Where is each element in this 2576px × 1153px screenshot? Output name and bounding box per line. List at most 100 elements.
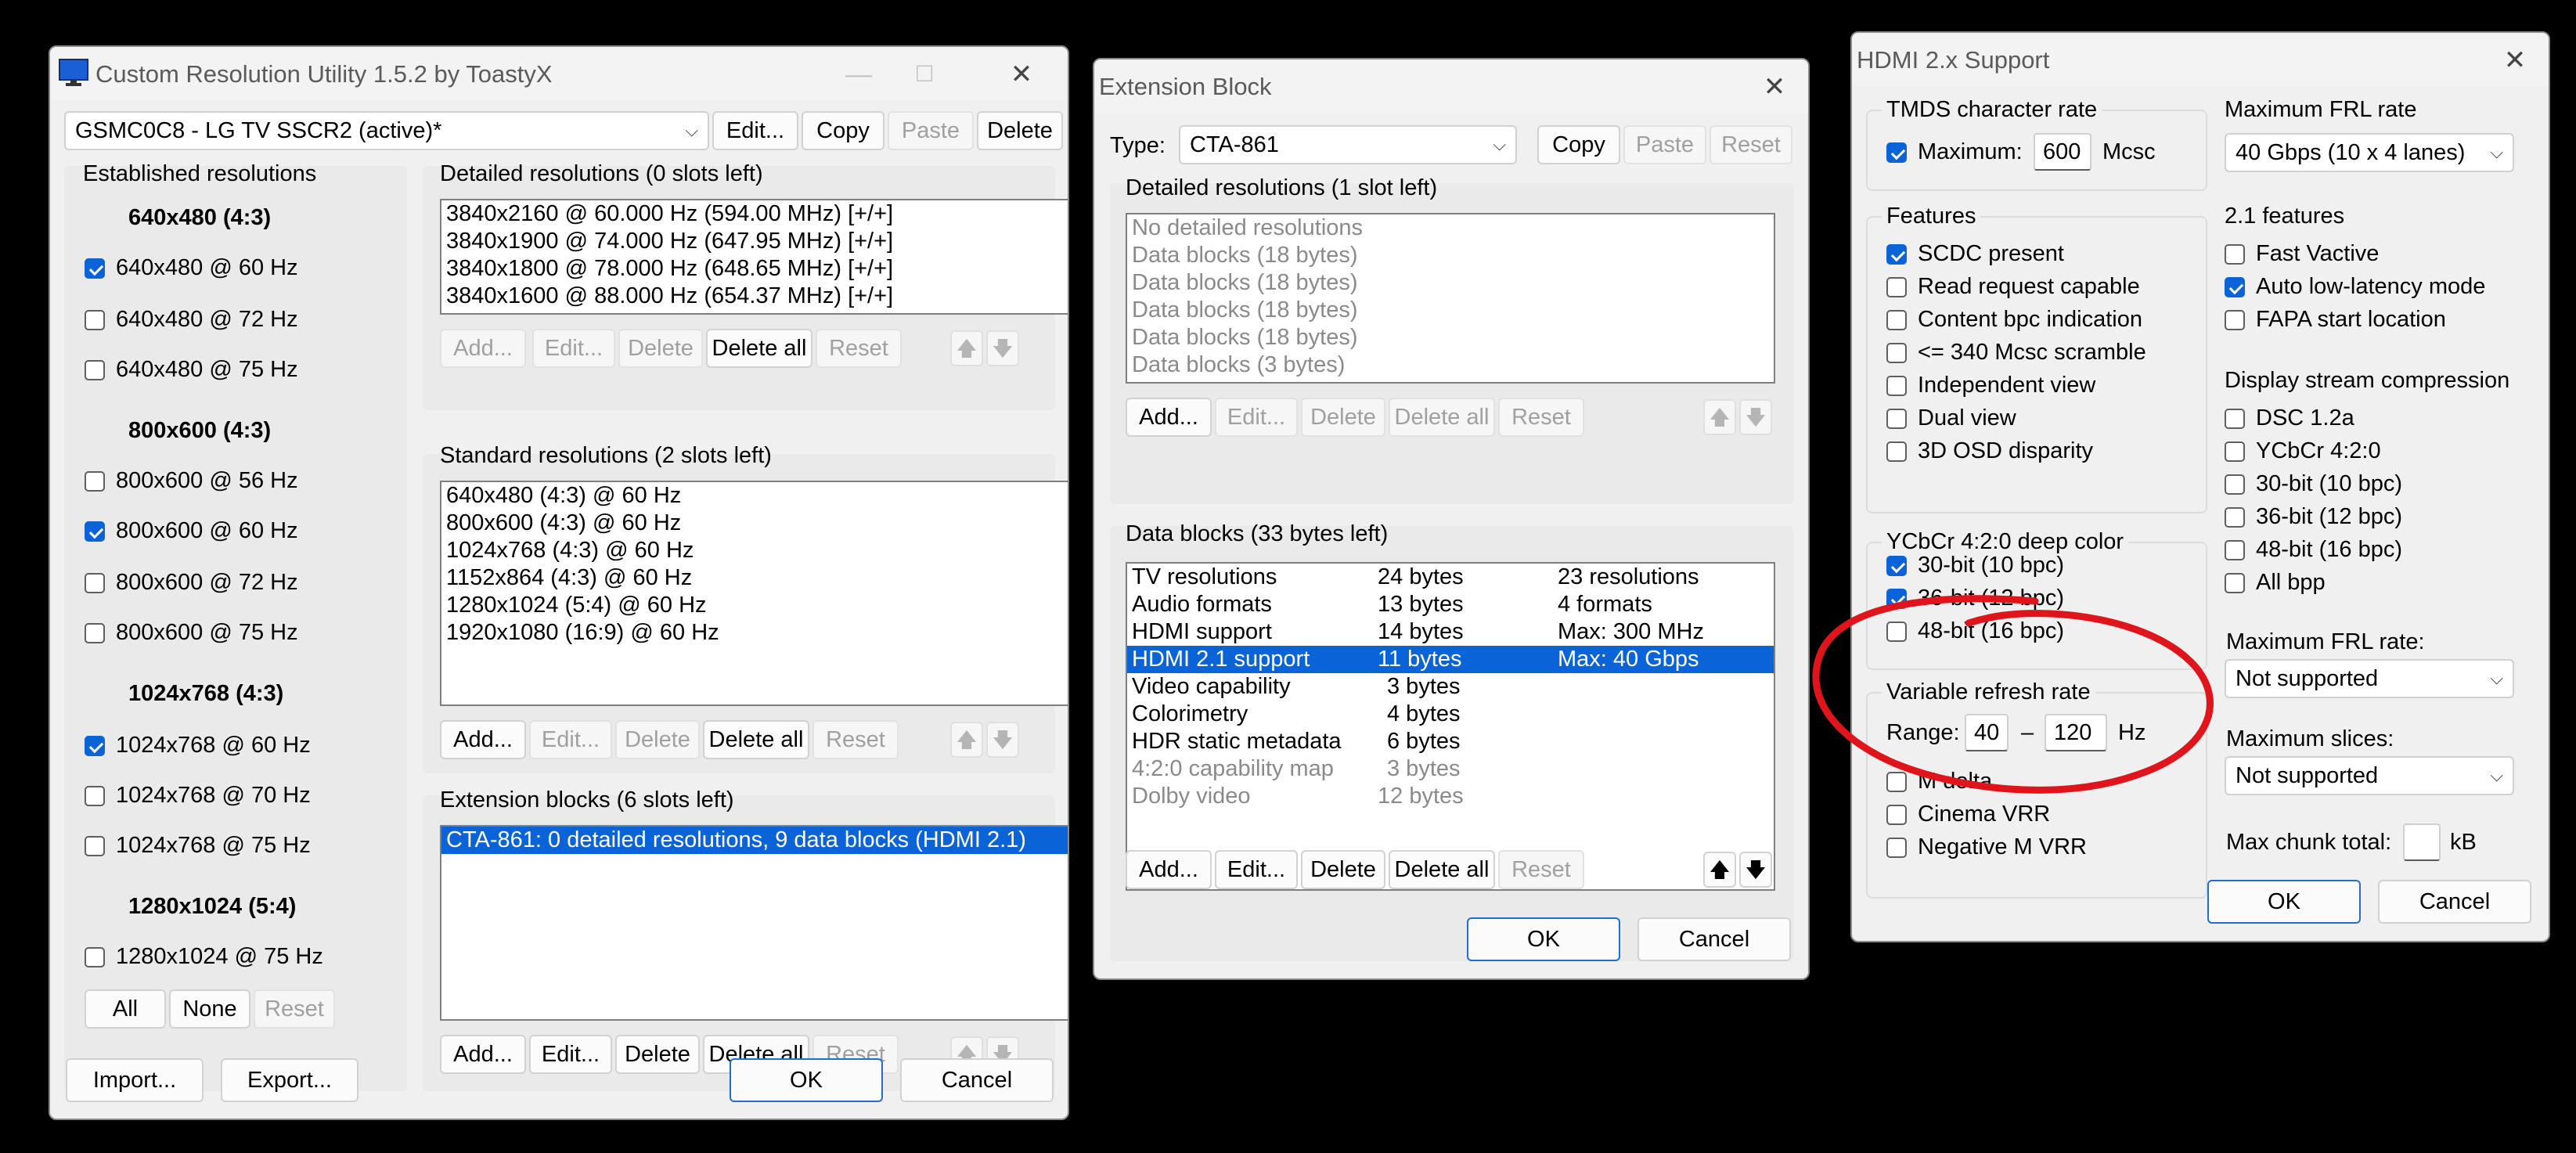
close-icon[interactable]: ✕ xyxy=(2499,44,2531,77)
delete-monitor-button[interactable]: Delete xyxy=(977,111,1063,150)
reset-established-button[interactable]: Reset xyxy=(254,989,335,1029)
table-row[interactable]: Video capability 3 bytes xyxy=(1127,673,1774,701)
list-item[interactable]: Data blocks (3 bytes) xyxy=(1127,351,1774,379)
reset-button[interactable]: Reset xyxy=(816,329,902,368)
content-bpc-checkbox[interactable]: Content bpc indication xyxy=(1886,305,2142,333)
reset-button[interactable]: Reset xyxy=(1710,125,1792,164)
dsc-48bit-checkbox[interactable]: 48-bit (16 bpc) xyxy=(2225,535,2402,564)
list-item[interactable]: 1024x768 (4:3) @ 60 Hz xyxy=(441,537,1068,564)
title-bar[interactable]: HDMI 2.x Support ✕ xyxy=(1852,33,2549,86)
type-select[interactable]: CTA-861 ⌵ xyxy=(1179,125,1517,164)
delete-button[interactable]: Delete xyxy=(618,329,703,368)
checkbox-1024x768-60[interactable]: 1024x768 @ 60 Hz xyxy=(85,731,311,759)
dual-view-checkbox[interactable]: Dual view xyxy=(1886,404,2016,432)
ok-button[interactable]: OK xyxy=(2207,880,2361,924)
fapa-checkbox[interactable]: FAPA start location xyxy=(2225,305,2446,333)
delete-button[interactable]: Delete xyxy=(1301,850,1385,889)
edit-monitor-button[interactable]: Edit... xyxy=(712,111,798,150)
checkbox-1280x1024-75[interactable]: 1280x1024 @ 75 Hz xyxy=(85,942,323,971)
checkbox-800x600-56[interactable]: 800x600 @ 56 Hz xyxy=(85,467,298,495)
dsc-slices-select[interactable]: Not supported ⌵ xyxy=(2225,756,2514,795)
ycbcr-30bit-checkbox[interactable]: 30-bit (10 bpc) xyxy=(1886,551,2064,579)
move-down-icon[interactable]: 🡇 xyxy=(1739,852,1772,888)
checkbox-640x480-60[interactable]: 640x480 @ 60 Hz xyxy=(85,254,298,282)
dsc-frl-select[interactable]: Not supported ⌵ xyxy=(2225,659,2514,698)
m-delta-checkbox[interactable]: M delta xyxy=(1886,767,1992,795)
list-item[interactable]: 3840x1800 @ 78.000 Hz (648.65 MHz) [+/+] xyxy=(441,255,1068,283)
list-item[interactable]: Data blocks (18 bytes) xyxy=(1127,324,1774,351)
detailed-list[interactable]: 3840x2160 @ 60.000 Hz (594.00 MHz) [+/+]… xyxy=(440,199,1068,315)
allm-checkbox[interactable]: Auto low-latency mode xyxy=(2225,272,2485,301)
checkbox-800x600-72[interactable]: 800x600 @ 72 Hz xyxy=(85,568,298,596)
edit-button[interactable]: Edit... xyxy=(529,720,612,759)
dsc-chunk-input[interactable] xyxy=(2403,823,2441,861)
move-up-icon[interactable]: 🡅 xyxy=(1703,852,1736,888)
delete-all-button[interactable]: Delete all xyxy=(1389,398,1495,437)
move-up-icon[interactable]: 🡅 xyxy=(950,722,983,758)
cancel-button[interactable]: Cancel xyxy=(1637,917,1791,961)
reset-button[interactable]: Reset xyxy=(1498,398,1584,437)
list-item[interactable]: Data blocks (18 bytes) xyxy=(1127,297,1774,324)
close-icon[interactable]: ✕ xyxy=(1758,70,1791,103)
all-button[interactable]: All xyxy=(85,989,166,1029)
list-item[interactable]: 1920x1080 (16:9) @ 60 Hz xyxy=(441,619,1068,647)
dsc-ycbcr-checkbox[interactable]: YCbCr 4:2:0 xyxy=(2225,437,2381,465)
checkbox-640x480-72[interactable]: 640x480 @ 72 Hz xyxy=(85,305,298,333)
ok-button[interactable]: OK xyxy=(1467,917,1620,961)
paste-button[interactable]: Paste xyxy=(1623,125,1706,164)
add-button[interactable]: Add... xyxy=(440,1035,526,1074)
delete-all-button[interactable]: Delete all xyxy=(706,329,812,368)
negative-m-vrr-checkbox[interactable]: Negative M VRR xyxy=(1886,833,2087,861)
fast-vactive-checkbox[interactable]: Fast Vactive xyxy=(2225,240,2379,268)
minimize-icon[interactable]: — xyxy=(842,58,875,91)
list-item[interactable]: 3840x1600 @ 88.000 Hz (654.37 MHz) [+/+] xyxy=(441,283,1068,310)
add-button[interactable]: Add... xyxy=(440,720,526,759)
scramble-checkbox[interactable]: <= 340 Mcsc scramble xyxy=(1886,338,2146,366)
independent-view-checkbox[interactable]: Independent view xyxy=(1886,371,2095,399)
tmds-max-input[interactable]: 600 xyxy=(2034,133,2091,171)
list-item[interactable]: 3840x2160 @ 60.000 Hz (594.00 MHz) [+/+] xyxy=(441,200,1068,228)
reset-button[interactable]: Reset xyxy=(812,720,899,759)
datablocks-list[interactable]: TV resolutions 24 bytes 23 resolutions Aud… xyxy=(1126,562,1775,891)
checkbox-800x600-60[interactable]: 800x600 @ 60 Hz xyxy=(85,517,298,545)
read-request-checkbox[interactable]: Read request capable xyxy=(1886,272,2140,301)
copy-button[interactable]: Copy xyxy=(802,111,884,150)
list-item[interactable]: 3840x1900 @ 74.000 Hz (647.95 MHz) [+/+] xyxy=(441,228,1068,255)
dsc-all-bpp-checkbox[interactable]: All bpp xyxy=(2225,568,2326,596)
add-button[interactable]: Add... xyxy=(1126,398,1212,437)
move-down-icon[interactable]: 🡇 xyxy=(986,330,1019,366)
cancel-button[interactable]: Cancel xyxy=(2378,880,2531,924)
edit-button[interactable]: Edit... xyxy=(529,1035,612,1074)
none-button[interactable]: None xyxy=(169,989,250,1029)
scdc-checkbox[interactable]: SCDC present xyxy=(1886,240,2064,268)
table-row[interactable]: HDMI 2.1 support 11 bytes Max: 40 Gbps xyxy=(1127,646,1774,673)
delete-all-button[interactable]: Delete all xyxy=(703,720,809,759)
delete-all-button[interactable]: Delete all xyxy=(1389,850,1495,889)
checkbox-800x600-75[interactable]: 800x600 @ 75 Hz xyxy=(85,618,298,647)
table-row[interactable]: 4:2:0 capability map 3 bytes xyxy=(1127,755,1774,783)
move-down-icon[interactable]: 🡇 xyxy=(986,722,1019,758)
checkbox-1024x768-70[interactable]: 1024x768 @ 70 Hz xyxy=(85,781,311,809)
list-item[interactable]: 800x600 (4:3) @ 60 Hz xyxy=(441,510,1068,537)
move-up-icon[interactable]: 🡅 xyxy=(950,330,983,366)
ext-detailed-list[interactable]: No detailed resolutions Data blocks (18 … xyxy=(1126,213,1775,384)
ycbcr-48bit-checkbox[interactable]: 48-bit (16 bpc) xyxy=(1886,617,2064,645)
reset-button[interactable]: Reset xyxy=(1498,850,1584,889)
list-item[interactable]: No detailed resolutions xyxy=(1127,214,1774,242)
edit-button[interactable]: Edit... xyxy=(532,329,615,368)
osd-disparity-checkbox[interactable]: 3D OSD disparity xyxy=(1886,437,2093,465)
import-button[interactable]: Import... xyxy=(66,1058,204,1102)
cinema-vrr-checkbox[interactable]: Cinema VRR xyxy=(1886,800,2050,828)
maximize-icon[interactable]: ☐ xyxy=(908,58,941,91)
list-item[interactable]: 1280x1024 (5:4) @ 60 Hz xyxy=(441,592,1068,619)
move-up-icon[interactable]: 🡅 xyxy=(1703,399,1736,435)
ycbcr-36bit-checkbox[interactable]: 36-bit (12 bpc) xyxy=(1886,584,2064,612)
table-row[interactable]: Audio formats 13 bytes 4 formats xyxy=(1127,591,1774,618)
list-item[interactable]: Data blocks (18 bytes) xyxy=(1127,242,1774,269)
title-bar[interactable]: Custom Resolution Utility 1.5.2 by Toast… xyxy=(50,47,1068,100)
dsc-30bit-checkbox[interactable]: 30-bit (10 bpc) xyxy=(2225,470,2402,498)
table-row[interactable]: HDMI support 14 bytes Max: 300 MHz xyxy=(1127,618,1774,646)
move-down-icon[interactable]: 🡇 xyxy=(1739,399,1772,435)
checkbox-1024x768-75[interactable]: 1024x768 @ 75 Hz xyxy=(85,831,311,859)
add-button[interactable]: Add... xyxy=(1126,850,1212,889)
